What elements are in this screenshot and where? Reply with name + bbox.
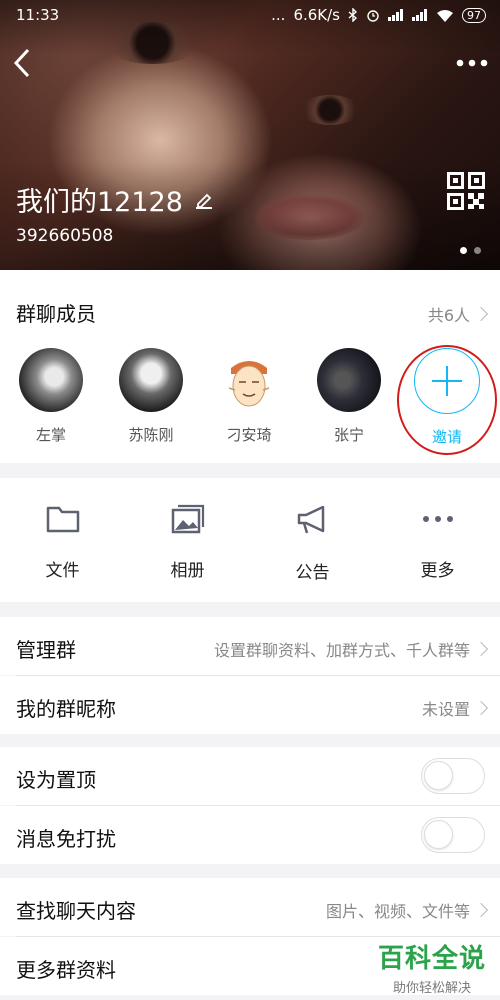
more-dots-icon: [422, 516, 453, 522]
row-label: 更多群资料: [16, 958, 116, 982]
toggle-knob: [424, 761, 453, 790]
status-time: 11:33: [16, 6, 60, 24]
row-value: 图片、视频、文件等: [325, 902, 470, 921]
tool-label: 文件: [45, 561, 80, 581]
page-dot-active: [460, 247, 467, 254]
group-number: 392660508: [16, 226, 114, 246]
watermark-title: 百科全说: [377, 944, 486, 974]
row-label: 消息免打扰: [16, 827, 116, 851]
chevron-left-icon: [13, 48, 30, 78]
folder-icon: [46, 506, 79, 533]
member-name: 刁安琦: [226, 426, 272, 444]
row-label: 查找聊天内容: [16, 899, 136, 923]
watermark: 百科全说 助你轻松解决: [378, 938, 486, 996]
avatar: [217, 348, 281, 412]
group-title: 我们的12128: [16, 187, 183, 218]
avatar: [19, 348, 83, 412]
qr-code-icon: [447, 172, 485, 210]
row-label: 我的群昵称: [16, 697, 116, 721]
wifi-icon: [437, 9, 453, 22]
back-button[interactable]: [8, 45, 38, 81]
avatar: [119, 348, 183, 412]
photo-page-indicator: [460, 247, 481, 254]
chevron-right-icon: [473, 641, 489, 657]
row-value: 设置群聊资料、加群方式、千人群等: [213, 641, 470, 660]
signal-icon: [388, 9, 403, 21]
battery-indicator: 97: [462, 7, 486, 23]
pin-toggle[interactable]: [421, 758, 485, 794]
tool-label: 公告: [295, 563, 330, 583]
tool-files[interactable]: 文件: [0, 504, 125, 581]
chevron-right-icon: [473, 700, 489, 716]
row-value-group: 未设置: [421, 696, 489, 720]
member-item[interactable]: 左掌: [11, 348, 91, 445]
page-dot: [474, 247, 481, 254]
qr-code-button[interactable]: [447, 172, 485, 210]
chevron-right-icon: [473, 306, 489, 322]
row-do-not-disturb: 消息免打扰: [0, 806, 500, 864]
row-search-history[interactable]: 查找聊天内容 图片、视频、文件等: [0, 878, 500, 936]
status-dots: ...: [271, 6, 286, 24]
tool-more[interactable]: 更多: [375, 504, 500, 581]
group-tools-section: 文件 相册 公告 更多: [0, 478, 500, 602]
chevron-right-icon: [473, 902, 489, 918]
row-value-group: 图片、视频、文件等: [325, 898, 489, 922]
tool-label: 相册: [170, 561, 205, 581]
row-label: 设为置顶: [16, 768, 96, 792]
member-item[interactable]: 苏陈刚: [111, 348, 191, 445]
mute-toggle[interactable]: [421, 817, 485, 853]
alarm-icon: [367, 10, 379, 22]
status-bar: 11:33 ... 6.6K/s 97: [0, 0, 500, 30]
member-item[interactable]: 刁安琦: [209, 348, 289, 445]
edit-pencil-icon[interactable]: [193, 189, 215, 211]
row-value-group: 设置群聊资料、加群方式、千人群等: [213, 637, 489, 661]
tool-album[interactable]: 相册: [125, 504, 250, 581]
member-name: 张宁: [333, 426, 364, 444]
toggle-knob: [424, 820, 453, 849]
member-count: 共6人: [427, 306, 470, 325]
row-pin-top: 设为置顶: [0, 747, 500, 805]
row-label: 管理群: [16, 638, 76, 662]
annotation-circle: [397, 345, 497, 455]
row-manage-group[interactable]: 管理群 设置群聊资料、加群方式、千人群等: [0, 617, 500, 675]
status-icons: ... 6.6K/s 97: [271, 6, 486, 24]
tool-announcement[interactable]: 公告: [250, 504, 375, 583]
photo-album-icon: [171, 504, 204, 534]
avatar: [317, 348, 381, 412]
signal-icon-2: [412, 9, 427, 21]
cartoon-face-icon: [228, 361, 270, 407]
more-dots-icon: [456, 59, 488, 67]
megaphone-icon: [297, 505, 324, 534]
row-my-nickname[interactable]: 我的群昵称 未设置: [0, 676, 500, 734]
member-name: 苏陈刚: [128, 426, 174, 444]
watermark-subtitle: 助你轻松解决: [392, 981, 471, 996]
tool-label: 更多: [420, 561, 455, 581]
bluetooth-icon: [348, 8, 358, 22]
group-title-row[interactable]: 我们的12128: [16, 180, 215, 219]
member-item[interactable]: 张宁: [309, 348, 389, 445]
members-title: 群聊成员: [16, 302, 96, 326]
network-speed: 6.6K/s: [293, 6, 340, 24]
more-options-button[interactable]: [454, 50, 490, 76]
member-name: 左掌: [35, 426, 66, 444]
row-value: 未设置: [421, 700, 470, 719]
member-count-link[interactable]: 共6人: [427, 302, 489, 326]
